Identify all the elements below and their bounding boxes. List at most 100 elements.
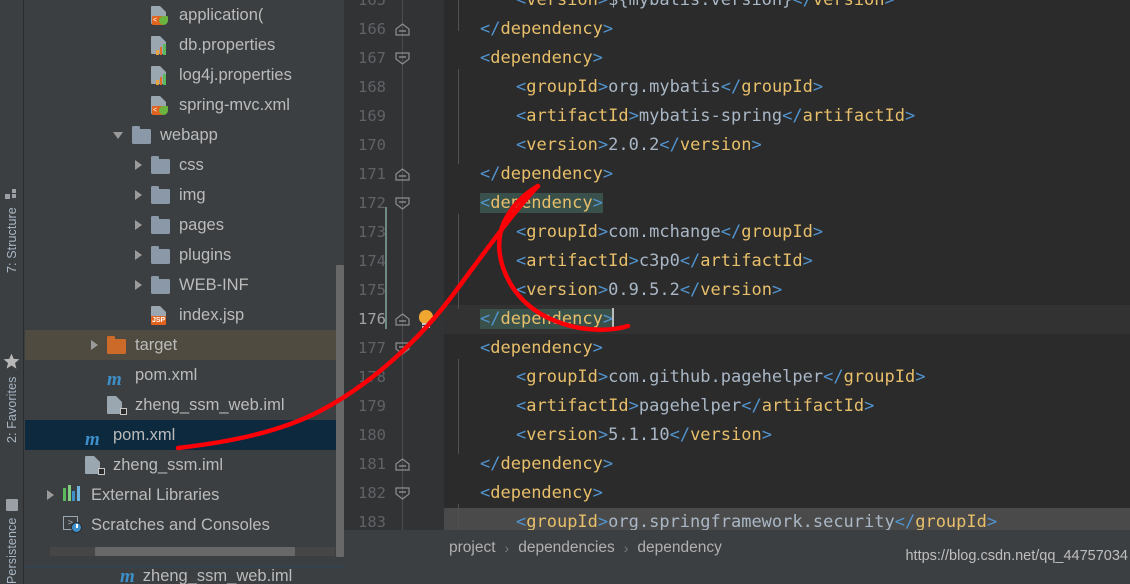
tree-hscrollbar-thumb[interactable] bbox=[95, 547, 295, 556]
code-line-text: </dependency> bbox=[444, 305, 614, 334]
code-token: version bbox=[526, 425, 598, 445]
code-token: artifactId bbox=[802, 106, 905, 126]
code-line-169[interactable]: <artifactId>mybatis-spring</artifactId> bbox=[444, 102, 1130, 131]
tree-row-web-inf[interactable]: WEB-INF bbox=[25, 270, 344, 300]
code-line-183[interactable]: <groupId>org.springframework.security</g… bbox=[444, 508, 1130, 530]
chevron-right-icon[interactable] bbox=[47, 490, 54, 500]
code-content[interactable]: <version>${mybatis.version}</version> </d… bbox=[444, 0, 1130, 530]
code-token: > bbox=[812, 77, 824, 97]
code-line-170[interactable]: <version>2.0.2</version> bbox=[444, 131, 1130, 160]
tree-row-label: WEB-INF bbox=[179, 276, 249, 294]
fold-start-marker[interactable] bbox=[394, 197, 411, 210]
intention-bulb-icon[interactable] bbox=[417, 310, 436, 329]
chevron-right-icon[interactable] bbox=[135, 250, 142, 260]
code-token: </ bbox=[480, 164, 501, 184]
code-token: > bbox=[597, 425, 609, 445]
code-line-179[interactable]: <artifactId>pagehelper</artifactId> bbox=[444, 392, 1130, 421]
breadcrumb-item-dependencies[interactable]: dependencies bbox=[518, 539, 615, 557]
breadcrumb-item-dependency[interactable]: dependency bbox=[637, 539, 721, 557]
folder-orange-icon bbox=[107, 335, 127, 355]
code-token: dependency bbox=[500, 309, 603, 329]
code-line-176[interactable]: </dependency> bbox=[444, 305, 1130, 334]
line-number: 175 bbox=[358, 281, 386, 299]
code-line-165[interactable]: <version>${mybatis.version}</version> bbox=[444, 0, 1130, 15]
folder-grey-icon bbox=[151, 215, 171, 235]
chevron-right-icon[interactable] bbox=[135, 280, 142, 290]
code-line-text: <groupId>com.mchange</groupId> bbox=[444, 218, 823, 247]
tree-vscrollbar-thumb[interactable] bbox=[336, 265, 344, 557]
sidebar-tab-persistence[interactable]: Persistence bbox=[0, 468, 24, 584]
code-token: > bbox=[628, 396, 639, 416]
code-line-182[interactable]: <dependency> bbox=[444, 479, 1130, 508]
code-line-text: <version>${mybatis.version}</version> bbox=[444, 0, 895, 15]
tree-row-img[interactable]: img bbox=[25, 180, 344, 210]
code-line-text: </dependency> bbox=[444, 15, 613, 44]
code-line-178[interactable]: <groupId>com.github.pagehelper</groupId> bbox=[444, 363, 1130, 392]
sidebar-tab-structure[interactable]: 7: Structure bbox=[0, 143, 24, 273]
fold-end-marker[interactable] bbox=[394, 168, 411, 181]
code-line-text: <version>0.9.5.2</version> bbox=[444, 276, 782, 305]
tree-row-pages[interactable]: pages bbox=[25, 210, 344, 240]
tree-row-external-libraries[interactable]: External Libraries bbox=[25, 480, 344, 510]
tree-row-scratches-and-consoles[interactable]: > Scratches and Consoles bbox=[25, 510, 344, 540]
line-number: 165 bbox=[358, 0, 386, 9]
code-line-167[interactable]: <dependency> bbox=[444, 44, 1130, 73]
code-token: </ bbox=[792, 0, 813, 10]
code-line-173[interactable]: <groupId>com.mchange</groupId> bbox=[444, 218, 1130, 247]
code-line-181[interactable]: </dependency> bbox=[444, 450, 1130, 479]
code-line-180[interactable]: <version>5.1.10</version> bbox=[444, 421, 1130, 450]
code-token: groupId bbox=[526, 512, 598, 530]
sidebar-tab-favorites[interactable]: 2: Favorites bbox=[0, 318, 24, 443]
editor-bottom-strip bbox=[344, 566, 1130, 584]
breadcrumb-item-project[interactable]: project bbox=[449, 539, 496, 557]
fold-start-marker[interactable] bbox=[394, 342, 411, 355]
code-token: org.mybatis bbox=[608, 77, 721, 97]
code-line-177[interactable]: <dependency> bbox=[444, 334, 1130, 363]
tree-row-webapp[interactable]: webapp bbox=[25, 120, 344, 150]
fold-end-marker[interactable] bbox=[394, 23, 411, 36]
libraries-icon bbox=[63, 485, 83, 505]
fold-start-marker[interactable] bbox=[394, 52, 411, 65]
code-token: > bbox=[884, 0, 895, 10]
chevron-down-icon[interactable] bbox=[113, 131, 123, 139]
code-token: version bbox=[690, 425, 762, 445]
project-tree-list: < application(db.properties log4j.properti… bbox=[25, 0, 344, 540]
editor-gutter[interactable]: 165 166 167 168 169 170 171 172 173 174 175 176 177 1… bbox=[344, 0, 444, 530]
code-line-172[interactable]: <dependency> bbox=[444, 189, 1130, 218]
tree-row-css[interactable]: css bbox=[25, 150, 344, 180]
fold-end-marker[interactable] bbox=[394, 458, 411, 471]
project-tree-panel[interactable]: < application(db.properties log4j.properti… bbox=[25, 0, 344, 566]
tree-row-zheng-ssm-iml[interactable]: zheng_ssm.iml bbox=[25, 450, 344, 480]
tree-row-pom-xml[interactable]: m pom.xml bbox=[25, 420, 344, 450]
chevron-right-icon[interactable] bbox=[135, 160, 142, 170]
code-token: > bbox=[597, 135, 609, 155]
code-line-175[interactable]: <version>0.9.5.2</version> bbox=[444, 276, 1130, 305]
line-number: 168 bbox=[358, 78, 386, 96]
code-line-166[interactable]: </dependency> bbox=[444, 15, 1130, 44]
tree-row-zheng-ssm-web-iml[interactable]: zheng_ssm_web.iml bbox=[25, 390, 344, 420]
tree-row-spring-mvc-xml[interactable]: < spring-mvc.xml bbox=[25, 90, 344, 120]
code-line-174[interactable]: <artifactId>c3p0</artifactId> bbox=[444, 247, 1130, 276]
tree-row-log4j-properties[interactable]: log4j.properties bbox=[25, 60, 344, 90]
tree-row-plugins[interactable]: plugins bbox=[25, 240, 344, 270]
tree-row-db-properties[interactable]: db.properties bbox=[25, 30, 344, 60]
tree-row-index-jsp[interactable]: JSP index.jsp bbox=[25, 300, 344, 330]
tree-vscrollbar[interactable] bbox=[335, 0, 344, 566]
chevron-right-icon[interactable] bbox=[135, 190, 142, 200]
chevron-right-icon[interactable] bbox=[135, 220, 142, 230]
code-line-168[interactable]: <groupId>org.mybatis</groupId> bbox=[444, 73, 1130, 102]
code-editor[interactable]: 165 166 167 168 169 170 171 172 173 174 175 176 177 1… bbox=[344, 0, 1130, 530]
chevron-right-icon[interactable] bbox=[91, 340, 98, 350]
code-token: > bbox=[592, 483, 603, 503]
fold-start-marker[interactable] bbox=[394, 487, 411, 500]
star-icon bbox=[4, 353, 21, 370]
tree-row-label: target bbox=[135, 336, 178, 354]
code-line-171[interactable]: </dependency> bbox=[444, 160, 1130, 189]
fold-region-indicator bbox=[385, 207, 387, 329]
tree-row-application[interactable]: < application( bbox=[25, 0, 344, 30]
fold-end-marker[interactable] bbox=[394, 313, 411, 326]
tree-row-target[interactable]: target bbox=[25, 330, 344, 360]
tree-row-label: pom.xml bbox=[113, 426, 176, 444]
tree-row-pom-xml[interactable]: m pom.xml bbox=[25, 360, 344, 390]
maven-icon: m bbox=[107, 369, 122, 390]
